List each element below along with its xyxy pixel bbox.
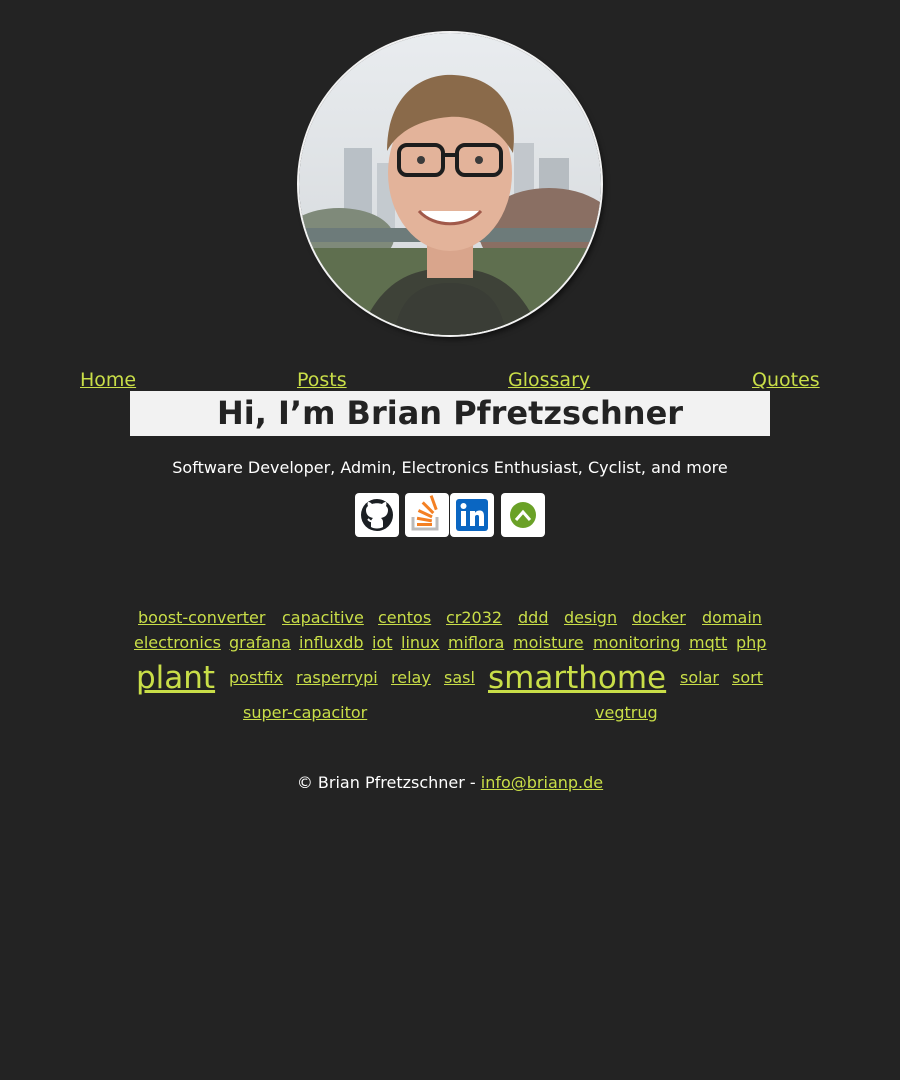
tag-link[interactable]: postfix bbox=[229, 668, 283, 688]
tag-link[interactable]: mqtt bbox=[689, 633, 727, 653]
tag-link[interactable]: docker bbox=[632, 608, 686, 628]
tag-link[interactable]: sort bbox=[732, 668, 763, 688]
tag-link[interactable]: miflora bbox=[448, 633, 504, 653]
footer-email-link[interactable]: info@brianp.de bbox=[481, 773, 603, 792]
tag-link[interactable]: centos bbox=[378, 608, 431, 628]
tag-link[interactable]: monitoring bbox=[593, 633, 680, 653]
tag-link[interactable]: solar bbox=[680, 668, 719, 688]
tag-link[interactable]: moisture bbox=[513, 633, 584, 653]
tag-link[interactable]: boost-converter bbox=[138, 608, 265, 628]
tag-link[interactable]: design bbox=[564, 608, 617, 628]
footer-copyright: © Brian Pfretzschner - bbox=[296, 773, 481, 792]
tag-link[interactable]: capacitive bbox=[282, 608, 364, 628]
tag-link[interactable]: vegtrug bbox=[595, 703, 658, 723]
tag-link[interactable]: sasl bbox=[444, 668, 475, 688]
tag-link[interactable]: plant bbox=[136, 660, 215, 696]
tag-link[interactable]: cr2032 bbox=[446, 608, 502, 628]
tag-link[interactable]: rasperrypi bbox=[296, 668, 378, 688]
tag-link[interactable]: php bbox=[736, 633, 766, 653]
tag-link[interactable]: electronics bbox=[134, 633, 221, 653]
tag-link[interactable]: grafana bbox=[229, 633, 291, 653]
tag-link[interactable]: linux bbox=[401, 633, 440, 653]
tag-link[interactable]: iot bbox=[372, 633, 393, 653]
tag-link[interactable]: domain bbox=[702, 608, 762, 628]
tag-cloud: boost-converter capacitive centos cr2032… bbox=[0, 0, 900, 740]
tag-link[interactable]: smarthome bbox=[488, 660, 666, 696]
page: Home Posts Glossary Quotes Hi, I’m Brian… bbox=[0, 0, 900, 1080]
tag-link[interactable]: influxdb bbox=[299, 633, 364, 653]
tag-link[interactable]: super-capacitor bbox=[243, 703, 367, 723]
footer: © Brian Pfretzschner - info@brianp.de bbox=[0, 772, 900, 794]
tag-link[interactable]: relay bbox=[391, 668, 431, 688]
tag-link[interactable]: ddd bbox=[518, 608, 548, 628]
